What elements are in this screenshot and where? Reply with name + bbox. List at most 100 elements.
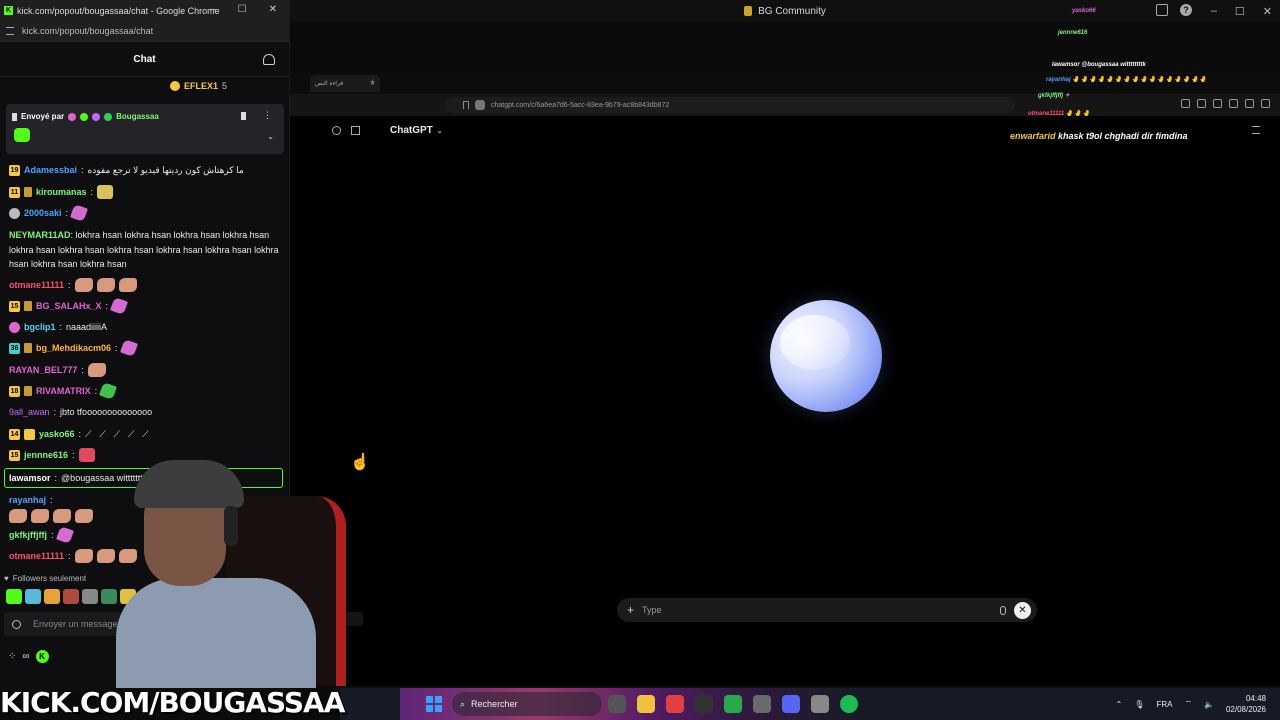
gpt-input-placeholder[interactable]: Type — [642, 605, 992, 615]
chat-username[interactable]: RIVAMATRIX — [36, 384, 91, 398]
streamer-body — [116, 578, 316, 688]
chat-text: ما كرهتاش كون رديتها فيديو لا ترجع مفوده — [87, 165, 244, 175]
more-options-icon[interactable]: ⋮ — [263, 110, 272, 121]
photos-icon[interactable] — [811, 695, 829, 713]
chat-message[interactable]: 36 bg_Mehdikacm06: — [9, 339, 138, 357]
task-view-icon[interactable] — [608, 695, 626, 713]
chat-username[interactable]: bg_Mehdikacm06 — [36, 341, 111, 355]
discord-icon[interactable] — [782, 695, 800, 713]
chevron-up-icon[interactable]: ⌃ — [1116, 700, 1123, 709]
chat-username[interactable]: Adamessbai — [24, 163, 77, 177]
gpt-side-icons — [332, 126, 360, 135]
emote-button[interactable] — [101, 589, 117, 604]
chat-username[interactable]: RAYAN_BEL777 — [9, 363, 77, 377]
chat-message[interactable]: 18 RIVAMATRIX: — [9, 382, 118, 400]
chat-input-placeholder: Envoyer un message — [33, 619, 118, 629]
sidebar-toggle-icon[interactable] — [351, 126, 360, 135]
chat-message[interactable]: RAYAN_BEL777: — [9, 363, 106, 377]
chat-message[interactable]: bgclip1: naaadiiiiiA — [9, 320, 107, 334]
chrome-icon[interactable] — [666, 695, 684, 713]
chat-username[interactable]: lawamsor — [9, 471, 51, 485]
chat-message[interactable]: 15 jennne616: — [9, 448, 95, 462]
chevron-down-icon[interactable]: ⌄ — [267, 132, 274, 141]
chat-message[interactable]: 15 BG_SALAHx_X: — [9, 297, 129, 315]
hand-emote — [118, 278, 137, 292]
chat-username[interactable]: yasko66 — [39, 427, 75, 441]
model-selector[interactable]: ChatGPT ⌄ — [390, 125, 443, 136]
new-tab-button[interactable]: + — [370, 77, 375, 87]
chat-username[interactable]: otmane11111 — [9, 278, 64, 292]
pinned-message[interactable]: Envoyé par Bougassaa ⋮ ⌄ — [6, 104, 284, 154]
chat-username[interactable]: 9all_awan — [9, 405, 50, 419]
taskbar: ⌕ Rechercher ⌃ 🎙 FRA ⌔ 🔈 04:48 02/08/202… — [340, 688, 1280, 720]
spotify-icon[interactable] — [840, 695, 858, 713]
chat-maximize-button[interactable]: ☐ — [238, 4, 247, 15]
infinity-icon[interactable]: ∞ — [22, 651, 29, 662]
obs-icon[interactable] — [695, 695, 713, 713]
pinned-user[interactable]: Bougassaa — [116, 112, 159, 121]
emoji-icon[interactable] — [12, 619, 21, 629]
chat-username[interactable]: otmane11111 — [9, 549, 64, 563]
kick-logo-icon[interactable]: K — [35, 650, 49, 663]
points-icon[interactable]: ⁘ — [8, 651, 16, 662]
user-settings-icon[interactable] — [263, 54, 275, 65]
microphone-icon[interactable]: 🎙 — [1134, 700, 1144, 709]
chat-message-input[interactable]: Envoyer un message — [4, 612, 134, 636]
chat-username[interactable]: BG_SALAHx_X — [36, 299, 102, 313]
microphone-icon[interactable] — [1000, 605, 1006, 615]
gpt-voice-input[interactable]: + Type ✕ — [617, 598, 1037, 622]
chat-username[interactable]: 2000saki — [24, 206, 62, 220]
chat-username[interactable]: jennne616 — [24, 448, 68, 462]
followers-only-notice: ♥ Followers seulement — [4, 574, 86, 583]
wifi-icon[interactable]: ⌔ — [1184, 699, 1192, 709]
hand-emote — [96, 549, 115, 563]
plus-icon[interactable]: + — [627, 603, 634, 617]
chat-username[interactable]: gkfkjffjffj — [9, 528, 47, 542]
feather-emote — [99, 382, 118, 400]
chat-message[interactable]: 11 kiroumanas: — [9, 185, 114, 199]
unpin-icon[interactable] — [241, 112, 246, 120]
gift-count: 5 — [222, 81, 228, 91]
bookmark-icon[interactable] — [463, 101, 469, 109]
chat-bottom-icons: ⁘ ∞ K — [8, 650, 49, 663]
chat-close-button[interactable]: ✕ — [269, 4, 277, 15]
inner-address-bar[interactable]: chatgpt.com/c/6a6ea7d6-5acc-83ea-9b79-ac… — [445, 97, 1015, 113]
taskbar-search[interactable]: ⌕ Rechercher — [452, 692, 602, 716]
emote-button[interactable] — [82, 589, 98, 604]
chat-message[interactable]: 14 yasko66: ⟋⟋⟋⟋⟋ — [9, 427, 157, 441]
site-settings-icon[interactable] — [6, 27, 14, 35]
chat-message[interactable]: NEYMAR11AD: lokhra hsan lokhra hsan lokh… — [9, 228, 281, 272]
app-icon[interactable] — [753, 695, 771, 713]
emote-button[interactable] — [63, 589, 79, 604]
search-icon[interactable] — [332, 126, 341, 135]
chat-username[interactable]: bgclip1 — [24, 320, 56, 334]
chat-window-urlbar[interactable]: kick.com/popout/bougassaa/chat — [0, 21, 289, 42]
chat-message[interactable]: 2000saki: — [9, 204, 89, 222]
chat-minimize-button[interactable]: – — [210, 4, 216, 15]
chat-message[interactable]: 19 Adamessbai: ما كرهتاش كون رديتها فيدي… — [9, 163, 244, 177]
language-indicator[interactable]: FRA — [1156, 700, 1172, 709]
max-win-emote — [97, 185, 114, 199]
chat-username[interactable]: rayanhaj — [9, 493, 46, 507]
volume-icon[interactable]: 🔈 — [1204, 700, 1214, 709]
emote-button[interactable] — [6, 589, 22, 604]
chat-window-titlebar: K kick.com/popout/bougassaa/chat - Googl… — [0, 0, 289, 21]
emote-button[interactable] — [44, 589, 60, 604]
chat-message[interactable]: rayanhaj: — [9, 493, 53, 507]
chat-username[interactable]: kiroumanas — [36, 185, 87, 199]
chat-message[interactable]: 9all_awan: jbto tfoooooooooooooo — [9, 405, 152, 419]
sub-badge: 36 — [9, 342, 20, 354]
file-explorer-icon[interactable] — [637, 695, 655, 713]
chat-header-title: Chat — [133, 53, 156, 65]
feather-emote — [55, 526, 74, 544]
clock[interactable]: 04:48 02/08/2026 — [1226, 693, 1266, 715]
close-voice-button[interactable]: ✕ — [1014, 601, 1031, 619]
kick-app-icon[interactable] — [724, 695, 742, 713]
chat-message[interactable]: otmane11111: — [9, 278, 137, 292]
emote-button[interactable] — [25, 589, 41, 604]
top-gifter[interactable]: EFLEX1 5 — [170, 81, 227, 91]
chat-message[interactable]: gkfkjffjffj: — [9, 526, 74, 544]
windows-start-icon[interactable] — [426, 696, 442, 712]
sub-badge — [9, 321, 20, 333]
chat-username[interactable]: NEYMAR11AD — [9, 230, 71, 240]
